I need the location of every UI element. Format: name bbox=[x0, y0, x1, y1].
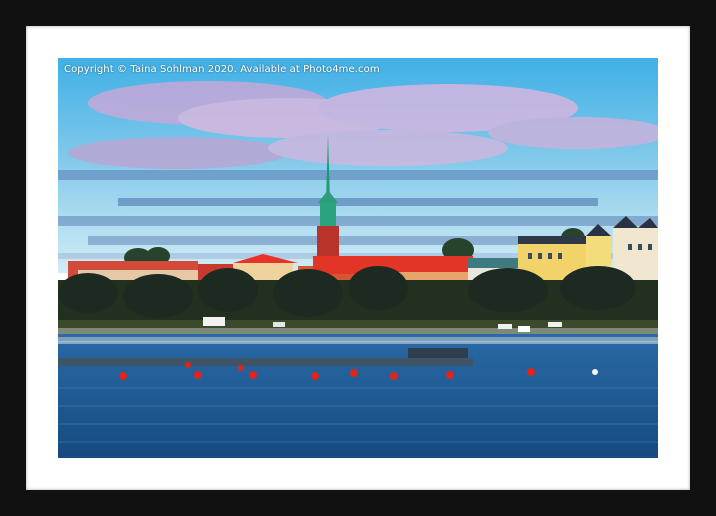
park-trees bbox=[58, 266, 658, 332]
harbour-scene bbox=[58, 58, 658, 458]
picture-frame: Copyright © Taina Sohlman 2020. Availabl… bbox=[0, 0, 716, 516]
water bbox=[58, 334, 658, 458]
copyright-watermark: Copyright © Taina Sohlman 2020. Availabl… bbox=[64, 64, 380, 75]
framed-photo: Copyright © Taina Sohlman 2020. Availabl… bbox=[58, 58, 658, 458]
